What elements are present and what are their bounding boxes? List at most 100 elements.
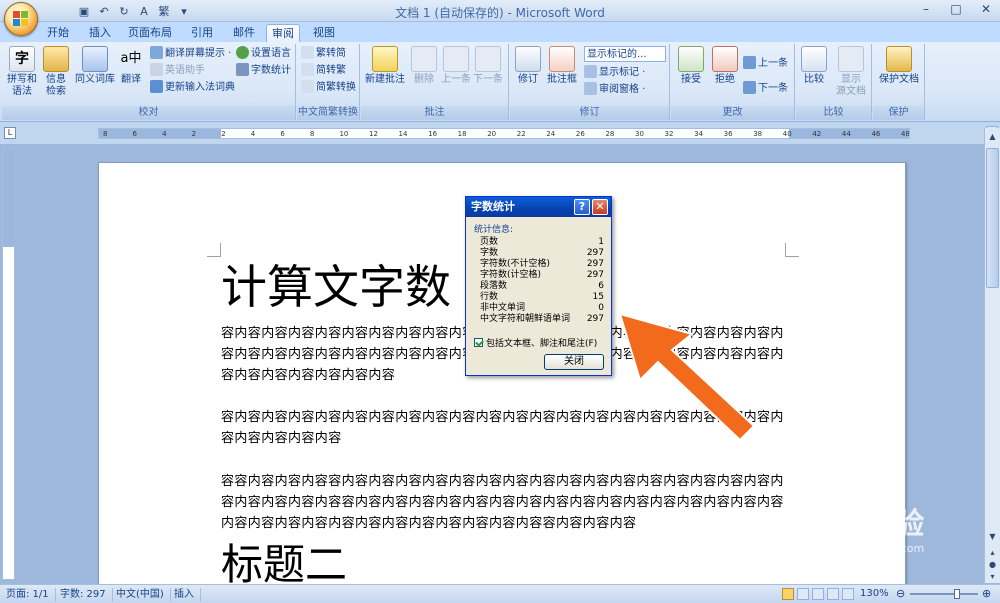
stat-value: 297 (586, 248, 604, 258)
ribbon-tabs: 开始 插入 页面布局 引用 邮件 审阅 视图 (0, 22, 1000, 42)
accept-button[interactable]: 接受 (675, 46, 707, 86)
margin-corner-tl (207, 243, 221, 257)
previous-comment-button[interactable]: 上一条 (441, 46, 471, 86)
translate-screentip-button[interactable]: 翻译屏幕提示 · (150, 46, 231, 62)
word-count-dialog: 字数统计 ? ✕ 统计信息: 页数 1 字数 297 字符数(不计空格) 297 字符数(计… (465, 196, 612, 376)
zoom-level[interactable]: 130% (860, 588, 889, 599)
update-ime-button[interactable]: 更新输入法词典 (150, 80, 235, 96)
group-label-proofing: 校对 (2, 106, 295, 120)
tab-review[interactable]: 审阅 (266, 24, 300, 42)
scroll-down-icon[interactable]: ▼ (986, 530, 999, 543)
stat-row: 段落数 6 (480, 281, 604, 292)
tab-mailings[interactable]: 邮件 (230, 24, 258, 42)
translate-button[interactable]: a中 翻译 (116, 46, 146, 86)
previous-comment-icon (443, 46, 469, 72)
stat-value: 15 (592, 292, 604, 302)
tab-insert[interactable]: 插入 (86, 24, 114, 42)
zoom-in-icon[interactable]: ⊕ (982, 587, 991, 600)
include-textboxes-checkbox[interactable]: 包括文本框、脚注和尾注(F) (474, 336, 597, 349)
ruler-tick-label: 44 (841, 130, 851, 138)
minimize-button[interactable]: – (916, 2, 936, 16)
balloons-button[interactable]: 批注框 (544, 46, 580, 86)
stat-label: 页数 (480, 237, 499, 247)
group-label-tracking: 修订 (510, 106, 669, 120)
word-count-button[interactable]: 字数统计 (236, 63, 291, 79)
web-layout-icon[interactable] (812, 588, 824, 600)
ruler-tick-label: 6 (132, 130, 138, 138)
status-bar: 页面: 1/1 字数: 297 中文(中国) 插入 130% ⊖ ⊕ (0, 584, 1000, 603)
stat-label: 非中文单词 (480, 303, 526, 313)
zoom-slider[interactable] (910, 593, 978, 595)
office-button[interactable] (4, 2, 38, 36)
vertical-scrollbar[interactable]: ▲ ▼ ▴ ● ▾ (984, 128, 1000, 583)
tab-home[interactable]: 开始 (44, 24, 72, 42)
scrollbar-thumb[interactable] (986, 148, 999, 288)
compare-button[interactable]: 比较 (798, 46, 830, 86)
next-comment-button[interactable]: 下一条 (473, 46, 503, 86)
ruler-tick-label: 4 (162, 130, 167, 138)
status-word-count[interactable]: 字数: 297 (60, 588, 113, 601)
set-language-button[interactable]: 设置语言 (236, 46, 291, 62)
close-dialog-button[interactable]: 关闭 (544, 354, 604, 370)
maximize-button[interactable]: □ (946, 2, 966, 16)
ruler-tick-label: 4 (250, 130, 256, 138)
office-logo-icon (13, 11, 29, 27)
status-language[interactable]: 中文(中国) (116, 588, 171, 601)
language-icon (236, 46, 249, 59)
print-layout-icon[interactable] (782, 588, 794, 600)
spelling-grammar-button[interactable]: 字 拼写和 语法 (4, 46, 40, 98)
chinese-convert-button[interactable]: 简繁转换 (301, 80, 356, 96)
ruler-tick-label: 8 (309, 130, 315, 138)
balloons-icon (549, 46, 575, 72)
previous-change-button[interactable]: 上一条 (743, 56, 788, 72)
previous-change-icon (743, 56, 756, 69)
reviewing-pane-button[interactable]: 审阅窗格 · (584, 82, 645, 98)
tab-references[interactable]: 引用 (188, 24, 216, 42)
ruler-tick-label: 42 (812, 130, 822, 138)
zoom-slider-thumb[interactable] (954, 589, 960, 599)
protect-document-button[interactable]: 保护文档 (875, 46, 923, 86)
simp-to-trad-icon (301, 63, 314, 76)
help-icon[interactable]: ? (574, 199, 590, 215)
trad-to-simp-button[interactable]: 繁转简 (301, 46, 346, 62)
stat-value: 297 (586, 314, 604, 324)
research-button[interactable]: 信息 检索 (40, 46, 72, 98)
next-page-icon[interactable]: ▾ (986, 570, 999, 583)
tab-selector-icon[interactable]: L (4, 127, 16, 139)
stat-label: 段落数 (480, 281, 508, 291)
new-comment-button[interactable]: 新建批注 (363, 46, 407, 86)
thesaurus-button[interactable]: 同义词库 (74, 46, 116, 86)
vertical-ruler[interactable] (2, 148, 15, 580)
group-compare: 比较 显示 源文档 比较 (796, 44, 872, 120)
dialog-close-icon[interactable]: ✕ (592, 199, 608, 215)
translate-icon: a中 (120, 51, 142, 66)
outline-icon[interactable] (827, 588, 839, 600)
tab-view[interactable]: 视图 (310, 24, 338, 42)
full-screen-reading-icon[interactable] (797, 588, 809, 600)
status-insert-mode[interactable]: 插入 (174, 588, 201, 601)
status-page[interactable]: 页面: 1/1 (6, 588, 56, 601)
delete-comment-button[interactable]: 删除 (409, 46, 439, 86)
show-markup-button[interactable]: 显示标记 · (584, 65, 645, 81)
display-for-review-select[interactable]: 显示标记的... (584, 46, 666, 62)
spell-check-icon: 字 (9, 46, 35, 72)
reject-button[interactable]: 拒绝 (709, 46, 741, 86)
close-window-button[interactable]: ✕ (976, 2, 996, 16)
show-source-button[interactable]: 显示 源文档 (832, 46, 870, 98)
horizontal-ruler[interactable]: 8 6 4 2 2 4 6 8 10 12 14 16 18 20 22 24 26 28 30 32 34 36 38 40… (98, 128, 910, 139)
ruler-tick-label: 38 (753, 130, 763, 138)
english-assistant-button[interactable]: 英语助手 (150, 63, 205, 79)
ruler-tick-label: 18 (457, 130, 467, 138)
ruler-row: L 8 6 4 2 2 4 6 8 10 12 14 16 18 20 22 24 26 28 30 32 34 36 38… (0, 122, 1000, 144)
draft-icon[interactable] (842, 588, 854, 600)
tab-page-layout[interactable]: 页面布局 (128, 24, 172, 42)
zoom-out-icon[interactable]: ⊖ (896, 587, 905, 600)
ruler-tick-label: 12 (369, 130, 378, 138)
simp-to-trad-button[interactable]: 简转繁 (301, 63, 346, 79)
reviewing-pane-icon (584, 82, 597, 95)
stat-value: 6 (598, 281, 604, 291)
track-changes-button[interactable]: 修订 (512, 46, 544, 86)
next-change-button[interactable]: 下一条 (743, 81, 788, 97)
scroll-up-icon[interactable]: ▲ (986, 130, 999, 143)
assistant-icon (150, 63, 163, 76)
